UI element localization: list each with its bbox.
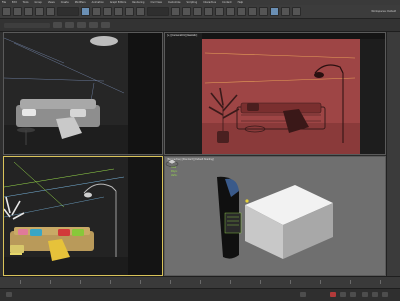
- timeline-tick: [200, 280, 201, 284]
- timeline-tick: [260, 280, 261, 284]
- move-icon[interactable]: [114, 7, 123, 16]
- scale-icon[interactable]: [136, 7, 145, 16]
- menu-create[interactable]: Create: [61, 1, 69, 4]
- select-by-name-icon[interactable]: [92, 7, 101, 16]
- menu-views[interactable]: Views: [48, 1, 55, 4]
- viewport-perspective[interactable]: [Perspective] [Standard] [Default Shadin…: [164, 156, 386, 276]
- angle-snap-icon[interactable]: [193, 7, 202, 16]
- maxscript-listener-button[interactable]: [6, 292, 12, 297]
- mirror-icon[interactable]: [215, 7, 224, 16]
- viewport-top-left[interactable]: [3, 32, 163, 155]
- orbit-icon[interactable]: [372, 292, 378, 297]
- play-button[interactable]: [340, 292, 346, 297]
- render-icon[interactable]: [292, 7, 301, 16]
- ribbon-tool-5[interactable]: [101, 22, 110, 28]
- menu-tools[interactable]: Tools: [23, 1, 29, 4]
- menu-customize[interactable]: Customize: [168, 1, 181, 4]
- align-icon[interactable]: [226, 7, 235, 16]
- menu-file[interactable]: File: [2, 1, 6, 4]
- viewport-bottom-left[interactable]: [3, 156, 163, 276]
- selection-filter-dropdown[interactable]: [57, 7, 79, 16]
- ribbon-tool-3[interactable]: [77, 22, 86, 28]
- lock-selection-icon[interactable]: [300, 292, 306, 297]
- timeline-tick: [350, 280, 351, 284]
- camera-viewport-label[interactable]: [+] [Camera001] [Realistic]: [167, 34, 197, 37]
- command-panel[interactable]: [386, 32, 400, 276]
- menu-graph-editors[interactable]: Graph Editors: [110, 1, 126, 4]
- menu-rendering[interactable]: Rendering: [132, 1, 144, 4]
- timeline-tick: [110, 280, 111, 284]
- material-editor-icon[interactable]: [259, 7, 268, 16]
- timeline-tick: [20, 280, 21, 284]
- viewport-camera[interactable]: [+] [Camera001] [Realistic]: [164, 32, 386, 155]
- next-frame-button[interactable]: [350, 292, 356, 297]
- rectangle-selection-icon[interactable]: [103, 7, 112, 16]
- menu-scripting[interactable]: Scripting: [187, 1, 198, 4]
- reference-coordinate-dropdown[interactable]: [147, 7, 169, 16]
- timeline-tick: [80, 280, 81, 284]
- select-object-icon[interactable]: [81, 7, 90, 16]
- timeline-tick: [230, 280, 231, 284]
- unlink-icon[interactable]: [35, 7, 44, 16]
- workspace-selector[interactable]: Workspaces: Default: [371, 10, 396, 13]
- pivot-icon[interactable]: [171, 7, 180, 16]
- render-setup-icon[interactable]: [270, 7, 279, 16]
- render-frame-icon[interactable]: [281, 7, 290, 16]
- timeline-tick: [320, 280, 321, 284]
- redo-icon[interactable]: [13, 7, 22, 16]
- top-left-scene: [4, 33, 162, 154]
- curve-editor-icon[interactable]: [248, 7, 257, 16]
- timeline-tick: [170, 280, 171, 284]
- ribbon-tool-4[interactable]: [89, 22, 98, 28]
- pan-icon[interactable]: [382, 292, 388, 297]
- menu-modifiers[interactable]: Modifiers: [75, 1, 86, 4]
- menu-content[interactable]: Content: [222, 1, 232, 4]
- timeline-tick: [290, 280, 291, 284]
- layer-icon[interactable]: [237, 7, 246, 16]
- status-bar: [0, 288, 400, 301]
- menu-edit[interactable]: Edit: [12, 1, 17, 4]
- rotate-icon[interactable]: [125, 7, 134, 16]
- bottom-left-scene: [4, 157, 162, 275]
- menu-interactive[interactable]: Interactive: [203, 1, 216, 4]
- percent-snap-icon[interactable]: [204, 7, 213, 16]
- undo-icon[interactable]: [2, 7, 11, 16]
- zoom-icon[interactable]: [362, 292, 368, 297]
- timeline-tick: [140, 280, 141, 284]
- menu-group[interactable]: Group: [35, 1, 42, 4]
- snap-icon[interactable]: [182, 7, 191, 16]
- bind-icon[interactable]: [46, 7, 55, 16]
- ribbon-tabs[interactable]: [4, 22, 50, 28]
- main-toolbar: Workspaces: Default: [0, 5, 400, 19]
- menu-civil-view[interactable]: Civil View: [150, 1, 162, 4]
- camera-scene: [165, 33, 385, 154]
- menu-animation[interactable]: Animation: [92, 1, 104, 4]
- timeline-tick: [380, 280, 381, 284]
- ribbon: [0, 19, 400, 32]
- timeline-tick: [50, 280, 51, 284]
- menu-help[interactable]: Help: [238, 1, 243, 4]
- auto-key-button[interactable]: [330, 292, 336, 297]
- ribbon-tool-2[interactable]: [65, 22, 74, 28]
- link-icon[interactable]: [24, 7, 33, 16]
- perspective-scene: [217, 176, 333, 259]
- ribbon-tool-1[interactable]: [53, 22, 62, 28]
